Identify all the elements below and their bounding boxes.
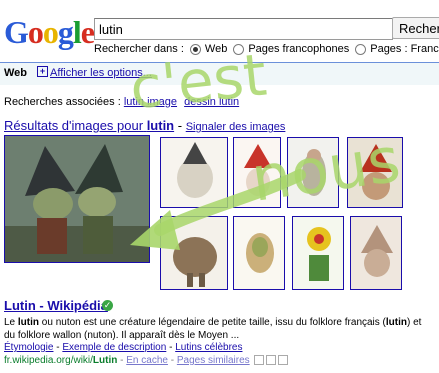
search-button[interactable]: Rechercher [392,17,439,39]
goblins-illustration [5,136,149,262]
snippet-bold: lutin [385,317,407,328]
image-thumb[interactable] [347,137,403,208]
show-options-link[interactable]: Afficher les options... [50,67,152,79]
plant-illustration [234,217,284,289]
google-logo[interactable]: Google [4,14,95,51]
check-icon: ✓ [102,300,113,311]
sublink-exemple[interactable]: Exemple de description [62,342,166,353]
scope-option-francophones[interactable]: Pages francophones [248,43,349,55]
sketch-illustration [161,138,227,207]
image-results-heading: Résultats d'images pour lutin - Signaler… [4,118,285,133]
result-title-link[interactable]: Lutin - Wikipédia [4,298,108,313]
hedgehog-creature-illustration [161,217,227,289]
image-results-query: lutin [146,118,175,133]
image-thumb[interactable] [292,216,344,290]
logo-letter: o [27,14,44,50]
related-link[interactable]: dessin lutin [184,96,239,108]
dancing-elf-illustration [288,138,338,207]
promote-icon[interactable] [266,355,277,366]
plus-icon[interactable]: + [37,66,48,77]
search-scope: Rechercher dans : Web Pages francophones… [94,43,439,55]
scope-option-france[interactable]: Pages : France [370,43,439,55]
red-cap-illustration [348,138,402,207]
related-link[interactable]: lutin image [124,96,177,108]
result-snippet: Le lutin ou nuton est une créature légen… [4,316,434,342]
logo-letter: l [72,14,82,50]
sublink-etymologie[interactable]: Étymologie [4,342,53,353]
web-label: Web [4,67,28,79]
image-thumb[interactable] [350,216,402,290]
radio-web[interactable] [189,43,201,55]
link-separator: - [166,342,176,353]
logo-letter: e [80,14,95,50]
cache-link[interactable]: En cache [126,355,168,366]
remove-icon[interactable] [278,355,289,366]
image-thumb-goblins[interactable] [4,135,150,263]
result-url: fr.wikipedia.org/wiki/ [4,355,93,366]
result-url-bold: Lutin [92,355,118,366]
related-searches: Recherches associées : lutin image dessi… [4,96,239,108]
image-results-prefix: Résultats d'images pour [4,118,144,133]
logo-letter: g [57,14,74,50]
report-images-link[interactable]: Signaler des images [186,121,286,133]
separator: - [177,118,183,133]
related-label: Recherches associées : [4,96,121,108]
image-results-link[interactable]: Résultats d'images pour lutin [4,118,174,133]
scope-label: Rechercher dans : [94,43,184,55]
image-thumb[interactable] [233,216,285,290]
image-thumb[interactable] [287,137,339,208]
snippet-bold: lutin [17,317,40,328]
image-thumb[interactable] [233,137,281,208]
snippet-part: ou nuton est une créature légendaire de … [39,317,386,328]
red-gnome-illustration [234,138,280,207]
radio-francophones[interactable] [233,43,245,55]
creature-portrait-illustration [351,217,401,289]
result-sublinks: Étymologie - Exemple de description - Lu… [4,342,242,353]
radio-france[interactable] [355,43,367,55]
image-thumb[interactable] [160,216,228,290]
sublink-lutins-celebres[interactable]: Lutins célèbres [175,342,242,353]
flower-elf-illustration [293,217,343,289]
similar-pages-link[interactable]: Pages similaires [177,355,250,366]
result-url-line: fr.wikipedia.org/wiki/Lutin - En cache -… [4,355,289,366]
comment-icon[interactable] [254,355,265,366]
scope-option-web[interactable]: Web [205,43,227,55]
logo-letter: o [42,14,59,50]
logo-letter: G [4,14,29,50]
search-input[interactable] [94,18,393,40]
image-thumb[interactable] [160,137,228,208]
snippet-part: Le [4,317,18,328]
